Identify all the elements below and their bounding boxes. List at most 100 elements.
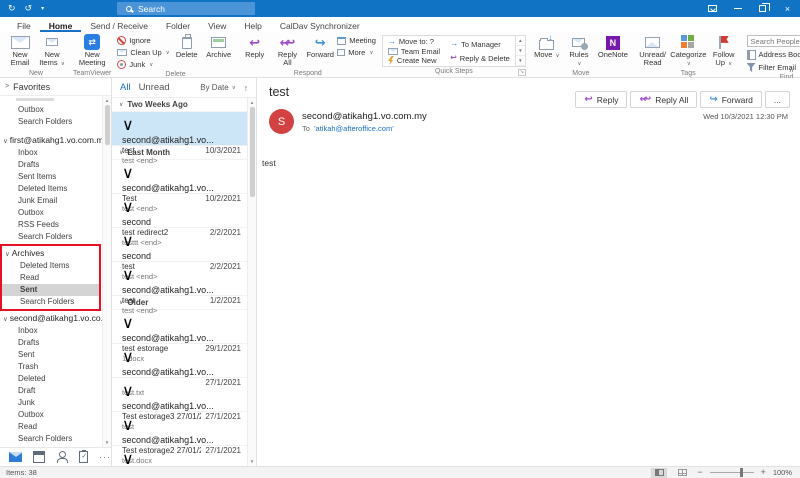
address-book-button[interactable]: Address Book xyxy=(747,49,800,60)
folder-item[interactable]: ∨Search Folders xyxy=(0,433,102,445)
new-items-button[interactable]: New Items ∨ xyxy=(37,33,67,69)
more-nav-icon[interactable] xyxy=(99,453,111,462)
folder-item[interactable]: ∨Sent xyxy=(2,284,99,296)
zoom-slider[interactable] xyxy=(710,472,754,473)
ribbon-display-options-button[interactable] xyxy=(700,0,725,17)
restore-button[interactable] xyxy=(750,0,775,17)
menu-tab[interactable]: CalDav Synchronizer xyxy=(271,17,369,32)
quickstep-reply-delete[interactable]: Reply & Delete xyxy=(450,54,510,63)
scroll-down-icon[interactable]: ▼ xyxy=(516,46,525,56)
reply-all-button[interactable]: Reply All xyxy=(630,91,697,108)
people-nav-icon[interactable] xyxy=(56,451,68,463)
folder-item[interactable]: ∨Read xyxy=(2,272,99,284)
message-row[interactable]: ∨ second@atikahg1.vo... test10/3/2021 te… xyxy=(112,112,247,146)
to-value[interactable]: 'atikah@afteroffice.com' xyxy=(314,124,394,133)
tasks-nav-icon[interactable] xyxy=(79,451,88,463)
scroll-down-icon[interactable]: ▼ xyxy=(250,457,254,466)
close-button[interactable]: × xyxy=(775,0,800,17)
folder-item[interactable]: ∨Inbox xyxy=(0,325,102,337)
undo-icon[interactable]: ↺ xyxy=(25,4,33,13)
sort-asc-icon[interactable]: ↑ xyxy=(244,83,248,93)
folder-item[interactable]: ∨Junk xyxy=(0,397,102,409)
sender-email[interactable]: second@atikahg1.vo.com.my xyxy=(302,111,427,122)
new-email-button[interactable]: New Email xyxy=(5,33,35,69)
folder-scrollbar[interactable]: ▲ ▼ xyxy=(102,96,111,447)
forward-button[interactable]: Forward xyxy=(700,91,762,108)
zoom-level[interactable]: 100% xyxy=(773,468,792,477)
folder-item[interactable]: ∨Sent Items xyxy=(0,171,102,183)
grid-view-button[interactable] xyxy=(674,468,690,478)
new-meeting-button[interactable]: New Meeting xyxy=(73,33,111,69)
folder-item[interactable]: ∨Drafts xyxy=(0,337,102,349)
mail-nav-icon[interactable] xyxy=(9,452,22,462)
message-row[interactable]: ∨Two Weeks Ago xyxy=(112,98,247,112)
favorites-header[interactable]: ˃ Favorites xyxy=(0,78,111,95)
folder-item[interactable]: ∨second@atikahg1.vo.co... xyxy=(0,312,102,325)
folder-item[interactable]: ∨Junk Email xyxy=(0,195,102,207)
message-list-scrollbar[interactable]: ▲ ▼ xyxy=(247,98,256,466)
unread-read-button[interactable]: Unread/ Read xyxy=(636,33,670,69)
customize-qat-icon[interactable]: ▾ xyxy=(41,6,44,12)
cleanup-button[interactable]: Clean Up∨ xyxy=(117,47,169,58)
folder-item[interactable]: ∨Read xyxy=(0,421,102,433)
quickstep-to-manager[interactable]: To Manager xyxy=(450,40,510,49)
follow-up-button[interactable]: Follow Up ∨ xyxy=(707,33,741,69)
move-button[interactable]: Move ∨ xyxy=(532,33,562,69)
folder-item[interactable]: ∨first@atikahg1.vo.com.my xyxy=(0,134,102,147)
minimize-button[interactable] xyxy=(725,0,750,17)
reading-view-button[interactable] xyxy=(651,468,667,478)
folder-item[interactable]: ∨RSS Feeds xyxy=(0,219,102,231)
dialog-launcher-icon[interactable]: ↘ xyxy=(518,69,526,76)
folder-item[interactable]: ∨Archives xyxy=(2,247,99,260)
menu-tab[interactable]: Help xyxy=(235,17,270,32)
folder-item[interactable]: ∨Deleted Items xyxy=(2,260,99,272)
folder-item[interactable]: ∨Draft xyxy=(0,385,102,397)
scrollbar-thumb[interactable] xyxy=(105,105,110,145)
quickstep-move-to[interactable]: Move to: ? xyxy=(388,37,440,46)
avatar[interactable]: S xyxy=(269,109,294,134)
zoom-out-button[interactable]: − xyxy=(697,468,702,477)
quickstep-create-new[interactable]: Create New xyxy=(388,56,440,65)
folder-item[interactable]: ∨Outbox xyxy=(0,104,102,116)
menu-tab[interactable]: View xyxy=(199,17,235,32)
forward-button[interactable]: Forward xyxy=(305,33,335,69)
sort-by-date-button[interactable]: By Date∨ xyxy=(200,83,236,92)
titlebar-search[interactable]: Search xyxy=(117,2,255,15)
ignore-button[interactable]: Ignore xyxy=(117,35,169,46)
more-respond-button[interactable]: More∨ xyxy=(337,47,376,58)
reply-button[interactable]: Reply xyxy=(240,33,270,69)
delete-button[interactable]: Delete xyxy=(172,33,202,69)
scroll-up-icon[interactable]: ▲ xyxy=(105,96,109,105)
rules-button[interactable]: Rules ∨ xyxy=(564,33,594,69)
tab-all[interactable]: All xyxy=(120,82,131,93)
collapse-ribbon-icon[interactable]: ∧ xyxy=(789,66,794,74)
folder-item[interactable]: ∨Trash xyxy=(0,361,102,373)
scroll-up-icon[interactable]: ▲ xyxy=(516,36,525,46)
more-actions-button[interactable]: ... xyxy=(765,91,790,108)
folder-item[interactable]: ∨Search Folders xyxy=(0,116,102,128)
junk-button[interactable]: Junk∨ xyxy=(117,59,169,70)
onenote-button[interactable]: OneNote xyxy=(596,33,630,69)
message-row[interactable]: ∨ second@atikahg1.vo... test estorage29/… xyxy=(112,310,247,344)
archive-button[interactable]: Archive xyxy=(204,33,234,69)
menu-tab[interactable]: Home xyxy=(40,17,82,32)
menu-tab[interactable]: File xyxy=(8,17,40,32)
folder-item[interactable]: ∨Drafts xyxy=(0,159,102,171)
categorize-button[interactable]: Categorize ∨ xyxy=(671,33,705,69)
menu-tab[interactable]: Folder xyxy=(157,17,199,32)
zoom-slider-thumb[interactable] xyxy=(740,468,743,477)
calendar-nav-icon[interactable] xyxy=(33,451,45,463)
folder-item[interactable]: ∨Outbox xyxy=(0,409,102,421)
scroll-down-icon[interactable]: ▼ xyxy=(105,438,109,447)
folder-item[interactable]: ∨Deleted xyxy=(0,373,102,385)
scroll-up-icon[interactable]: ▲ xyxy=(250,98,254,107)
reply-all-button[interactable]: Reply All xyxy=(272,33,304,69)
message-row[interactable]: ∨ second@atikahg1.vo... Test10/2/2021 te… xyxy=(112,160,247,194)
send-receive-icon[interactable]: ↻ xyxy=(8,4,16,13)
zoom-in-button[interactable]: + xyxy=(761,468,766,477)
folder-item[interactable]: ∨Sent xyxy=(0,349,102,361)
folder-item[interactable]: ∨Inbox xyxy=(0,147,102,159)
gallery-more-icon[interactable]: ▼ xyxy=(516,56,525,66)
search-people-input[interactable] xyxy=(747,35,800,47)
reply-button[interactable]: Reply xyxy=(575,91,627,108)
